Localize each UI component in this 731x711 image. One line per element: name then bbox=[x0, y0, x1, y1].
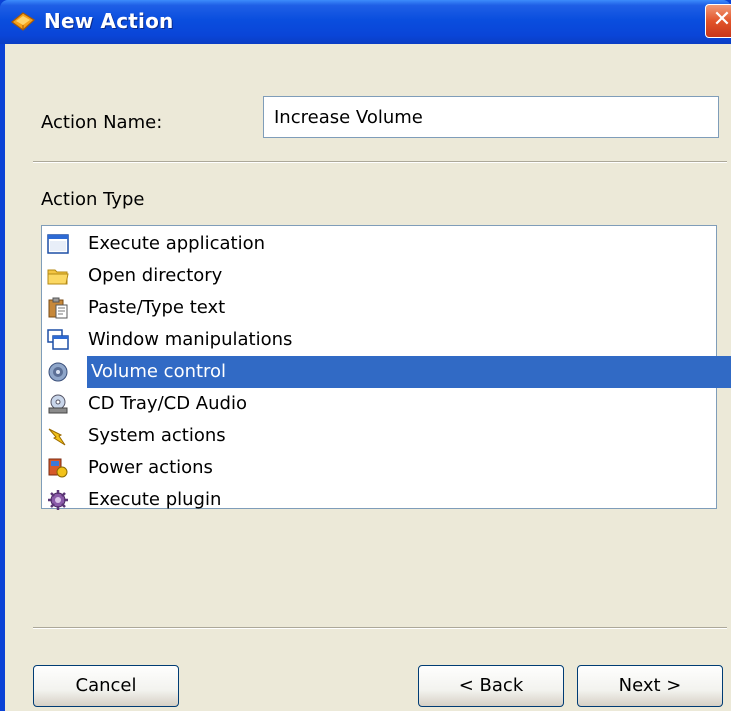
title-bar[interactable]: New Action bbox=[0, 0, 731, 44]
cancel-button[interactable]: Cancel bbox=[33, 665, 179, 707]
list-item-label: CD Tray/CD Audio bbox=[88, 393, 247, 414]
list-item-label: Window manipulations bbox=[88, 329, 293, 350]
list-item-label: Power actions bbox=[88, 457, 213, 478]
gear-plugin-icon bbox=[48, 490, 68, 510]
list-item-label: Paste/Type text bbox=[88, 297, 226, 318]
list-item-window-manipulations[interactable]: Window manipulations bbox=[46, 324, 731, 356]
application-window-icon bbox=[47, 234, 69, 254]
dialog-body: Action Name: Action Type Execute applica… bbox=[5, 44, 731, 711]
folder-icon bbox=[47, 269, 69, 285]
list-item-cd-tray[interactable]: CD Tray/CD Audio bbox=[46, 388, 731, 420]
list-item-execute-application[interactable]: Execute application bbox=[46, 228, 731, 260]
windows-icon bbox=[47, 329, 69, 350]
list-item-label: System actions bbox=[88, 425, 226, 446]
divider bbox=[33, 627, 727, 629]
list-item-volume-control[interactable]: Volume control bbox=[46, 356, 731, 388]
new-action-icon bbox=[11, 12, 35, 31]
action-name-label: Action Name: bbox=[41, 112, 163, 133]
action-name-field[interactable] bbox=[263, 96, 719, 138]
list-item-label: Open directory bbox=[88, 265, 223, 286]
list-item-open-directory[interactable]: Open directory bbox=[46, 260, 731, 292]
list-item-execute-plugin[interactable]: Execute plugin bbox=[46, 484, 731, 516]
speaker-icon bbox=[48, 362, 68, 382]
clipboard-icon bbox=[48, 297, 68, 319]
action-type-list[interactable]: Execute application Open directory Paste… bbox=[41, 225, 731, 510]
lightning-icon bbox=[48, 428, 66, 446]
back-button[interactable]: < Back bbox=[418, 665, 564, 707]
list-item-label: Execute application bbox=[88, 233, 265, 254]
window-title: New Action bbox=[44, 9, 174, 33]
list-item-system-actions[interactable]: System actions bbox=[46, 420, 731, 452]
cd-drive-icon bbox=[48, 394, 68, 414]
close-icon: ✕ bbox=[712, 7, 731, 32]
list-item-paste-type-text[interactable]: Paste/Type text bbox=[46, 292, 731, 324]
list-item-label: Volume control bbox=[87, 356, 731, 388]
action-type-label: Action Type bbox=[41, 189, 145, 210]
list-item-label: Execute plugin bbox=[88, 489, 222, 510]
list-item-power-actions[interactable]: Power actions bbox=[46, 452, 731, 484]
close-button[interactable]: ✕ bbox=[705, 4, 731, 38]
next-button[interactable]: Next > bbox=[577, 665, 723, 707]
new-action-dialog: New Action ✕ Action Name: Action Type Ex… bbox=[0, 0, 731, 711]
divider bbox=[33, 161, 727, 163]
power-icon bbox=[48, 458, 68, 478]
